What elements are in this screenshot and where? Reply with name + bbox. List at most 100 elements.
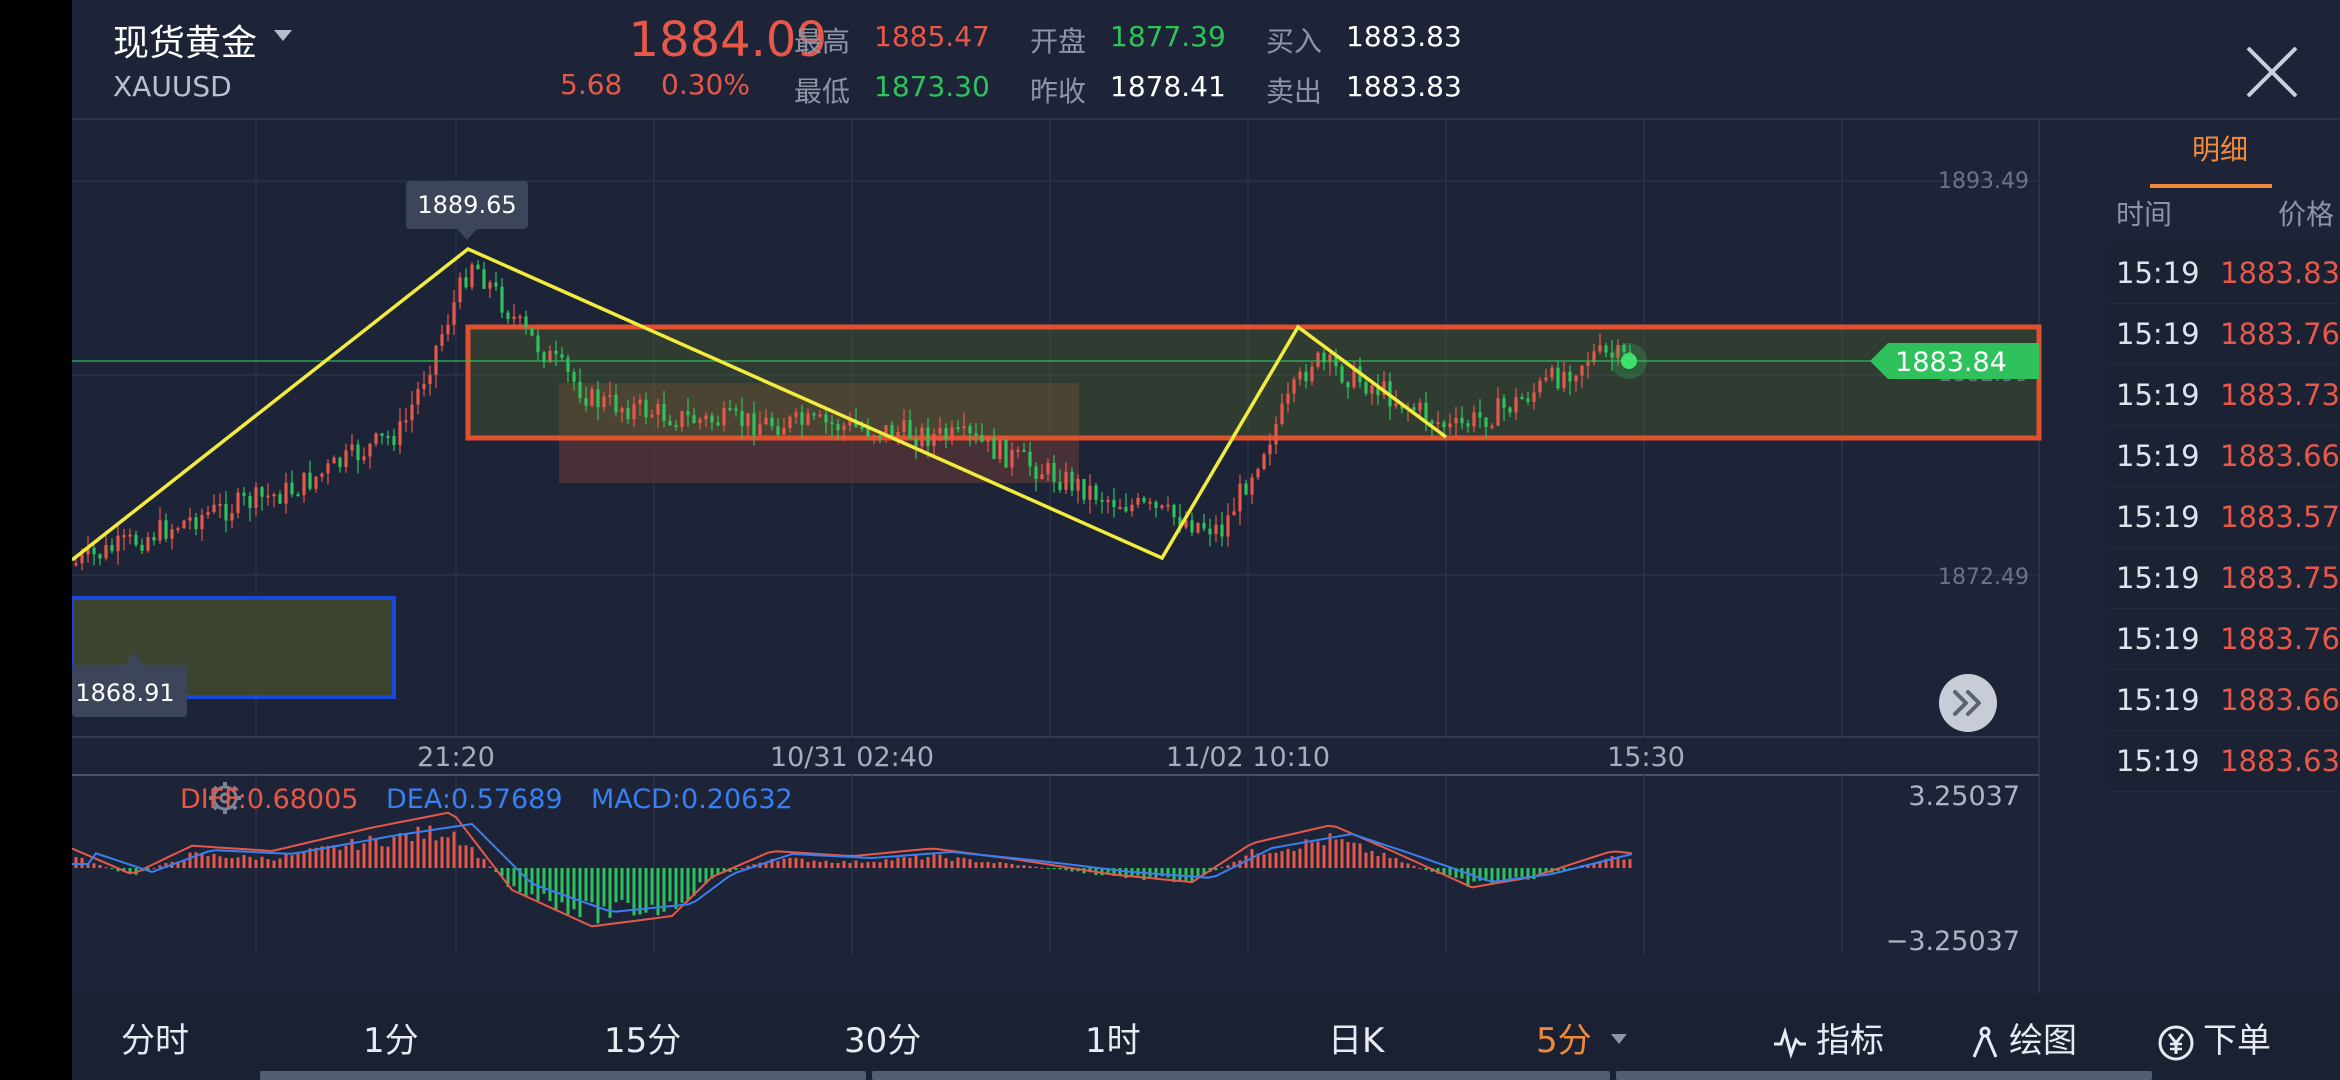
candle-body [1190, 520, 1194, 533]
macd-histogram-bar [1418, 867, 1422, 869]
macd-histogram-bar [272, 860, 276, 868]
candle-body [1292, 379, 1296, 394]
candle-body [392, 436, 396, 445]
scrollbar-segment[interactable] [872, 1071, 1610, 1080]
candle-body [572, 371, 576, 382]
kline-chart[interactable]: 1889.65 1868.91 1893.49 1882.99 1872.49 … [72, 0, 2340, 993]
candle-body [440, 334, 444, 346]
candle-body [1112, 499, 1116, 508]
candle-body [878, 435, 882, 438]
timeframe-1m[interactable]: 1分 [363, 1013, 419, 1062]
candle-body [146, 536, 150, 551]
time-axis-label-1: 21:20 [417, 742, 495, 773]
trade-price: 1883.73 [2220, 378, 2340, 412]
macd-histogram-bar [1424, 868, 1428, 871]
candle-body [1268, 444, 1272, 455]
candle-body [1166, 504, 1170, 507]
candle-body [590, 389, 594, 406]
timeframe-15m[interactable]: 15分 [604, 1013, 681, 1062]
macd-histogram-bar [1034, 866, 1038, 868]
macd-histogram-bar [1502, 868, 1506, 882]
macd-histogram-bar [1394, 857, 1398, 868]
candle-body [764, 417, 768, 425]
macd-histogram-bar [1010, 863, 1014, 868]
scrollbar-segment[interactable] [1616, 1071, 2152, 1080]
candle-body [326, 463, 330, 474]
candle-body [464, 277, 468, 288]
resistance-zone[interactable] [465, 324, 2042, 441]
candle-body [950, 427, 954, 440]
macd-histogram-bar [872, 861, 876, 868]
trade-list[interactable]: 15:19 1883.83 15:19 1883.76 15:19 1883.73 1… [2107, 243, 2340, 792]
trade-time: 15:19 [2116, 622, 2200, 656]
macd-histogram-bar [836, 863, 840, 868]
candle-body [404, 420, 408, 423]
macd-histogram-bar [1052, 868, 1056, 870]
candle-body [1160, 505, 1164, 508]
candle-body [1424, 402, 1428, 421]
candle-body [1058, 481, 1062, 490]
macd-histogram-bar [1004, 863, 1008, 868]
macd-histogram-bar [938, 854, 942, 868]
macd-histogram-bar [1322, 845, 1326, 868]
candle-body [686, 411, 690, 416]
trade-time: 15:19 [2116, 317, 2200, 351]
trade-time: 15:19 [2116, 439, 2200, 473]
price-axis-label-bottom: 1872.49 [1938, 565, 2029, 590]
candle-body [830, 422, 834, 425]
candle-body [776, 426, 780, 435]
trade-price: 1883.57 [2220, 500, 2340, 534]
candle-body [1040, 474, 1044, 480]
candle-body [170, 529, 174, 539]
macd-histogram-bar [800, 858, 804, 868]
macd-histogram-bar [932, 854, 936, 868]
candle-body [1370, 385, 1374, 394]
candle-body [500, 286, 504, 313]
candle-body [1514, 397, 1518, 413]
macd-histogram-bar [404, 834, 408, 868]
candle-body [692, 415, 696, 424]
order-button[interactable]: 下单 [2157, 1013, 2271, 1062]
candle-body [1022, 449, 1026, 452]
timeframe-daily[interactable]: 日K [1328, 1013, 1384, 1062]
macd-histogram-bar [464, 845, 468, 868]
draw-label: 绘图 [2009, 1021, 2077, 1061]
macd-histogram-bar [662, 868, 666, 912]
macd-histogram-bar [986, 861, 990, 868]
tab-details[interactable]: 明细 [2192, 128, 2248, 168]
draw-button[interactable]: 绘图 [1969, 1013, 2077, 1062]
timeframe-dropdown-caret-icon[interactable] [1611, 1034, 1627, 1044]
candle-body [1418, 402, 1422, 411]
candle-body [626, 408, 630, 420]
macd-histogram-bar [344, 845, 348, 868]
macd-histogram-bar [1460, 868, 1464, 879]
macd-histogram-bar [1298, 848, 1302, 868]
candle-body [734, 408, 738, 411]
candle-body [1466, 423, 1470, 427]
timeframe-30m[interactable]: 30分 [844, 1013, 921, 1062]
candle-body [980, 434, 984, 442]
live-price-dot [1621, 353, 1637, 369]
candle-body [1034, 466, 1038, 480]
time-axis-label-2: 10/31 02:40 [770, 742, 934, 773]
macd-histogram-bar [590, 868, 594, 903]
timeframe-1h[interactable]: 1时 [1085, 1013, 1141, 1062]
timeframe-tick[interactable]: 分时 [121, 1013, 189, 1062]
macd-histogram-bar [698, 868, 702, 883]
candle-body [530, 327, 534, 336]
candle-body [632, 404, 636, 420]
candle-body [1142, 497, 1146, 503]
macd-histogram-bar [458, 845, 462, 868]
macd-histogram-bar [890, 860, 894, 868]
macd-histogram-bar [266, 859, 270, 868]
macd-histogram-bar [1364, 852, 1368, 868]
timeframe-5m-active[interactable]: 5分 [1536, 1013, 1592, 1062]
scrollbar-segment[interactable] [260, 1071, 866, 1080]
trading-app: 现货黄金 XAUUSD 1884.09 5.68 0.30% 最高 1885.4… [72, 0, 2340, 1080]
trade-price: 1883.66 [2220, 683, 2340, 717]
macd-histogram-bar [824, 860, 828, 868]
macd-histogram-bar [296, 851, 300, 868]
candle-body [362, 456, 366, 461]
macd-histogram-bar [1166, 868, 1170, 878]
indicator-button[interactable]: 指标 [1772, 1013, 1884, 1062]
